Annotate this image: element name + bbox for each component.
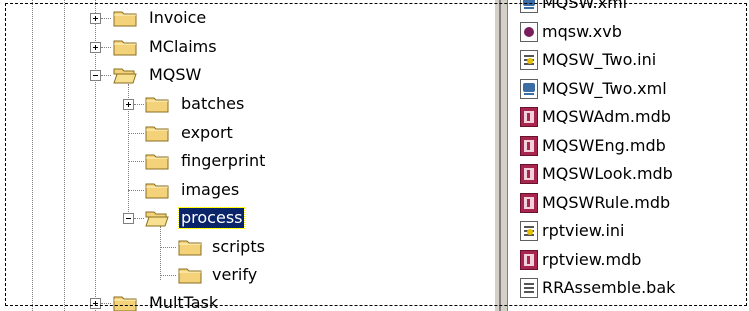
bak-file-icon [520,278,538,298]
tree-node-label: fingerprint [181,151,266,170]
tree-node-label-selected: process [177,207,246,229]
tree-connector-line [101,47,111,48]
tree-connector-line [128,161,144,162]
collapse-toggle-icon[interactable] [90,70,101,81]
expand-toggle-icon[interactable] [90,42,101,53]
file-item[interactable]: MQSW_Two.ini [516,47,749,73]
folder-open-icon [145,211,169,227]
file-name: MQSW_Two.ini [542,50,657,69]
file-name: RRAssemble.bak [542,278,676,297]
access-db-icon [520,164,538,184]
tree-connector-line [101,75,111,76]
tree-connector-line [64,0,65,311]
file-item[interactable]: mqsw.xvb [516,19,749,45]
access-db-icon [520,107,538,127]
xvb-file-icon [520,22,538,42]
folder-icon [178,268,202,284]
folder-icon [145,126,169,142]
file-name: MQSWRule.mdb [542,193,671,212]
tree-connector-line [32,0,33,311]
file-item[interactable]: MQSWLook.mdb [516,161,749,187]
tree-connector-line [134,218,144,219]
file-name: MQSWLook.mdb [542,164,673,183]
tree-connector-line [128,133,144,134]
tree-node-label: Invoice [149,8,207,27]
tree-node-label: MClaims [149,37,217,56]
expand-toggle-icon[interactable] [90,298,101,309]
tree-connector-line [128,190,144,191]
file-item[interactable]: MQSW.xml [516,0,749,16]
file-item[interactable]: MQSWAdm.mdb [516,104,749,130]
tree-connector-line [101,303,111,304]
tree-connector-line [134,104,144,105]
splitter-groove [499,0,501,311]
file-item[interactable]: rptview.ini [516,218,749,244]
file-name: MQSW.xml [542,0,628,12]
folder-tree-pane[interactable]: Invoice MClaims MQSW batches export fing… [0,0,494,311]
file-item[interactable]: MQSWRule.mdb [516,190,749,216]
folder-icon [113,296,137,311]
tree-connector-line [160,247,176,248]
tree-connector-line [101,18,111,19]
file-list-pane[interactable]: MQSW.xml mqsw.xvb MQSW_Two.ini MQSW_Two.… [508,0,749,311]
ini-file-icon [520,221,538,241]
file-name: mqsw.xvb [542,22,622,41]
tree-connector-line [160,275,176,276]
pane-splitter[interactable] [494,0,508,311]
tree-node-label: batches [181,94,245,113]
file-item[interactable]: RRAssemble.bak [516,275,749,301]
xml-file-icon [520,0,538,13]
folder-icon [178,240,202,256]
folder-icon [145,183,169,199]
collapse-toggle-icon[interactable] [123,213,134,224]
tree-node-label: MultTask [149,293,219,311]
file-name: MQSWEng.mdb [542,136,666,155]
tree-connector-line [160,226,161,280]
file-item[interactable]: rptview.mdb [516,247,749,273]
tree-node-label: verify [212,265,258,284]
file-name: MQSW_Two.xml [542,79,667,98]
folder-icon [145,154,169,170]
xml-file-icon [520,79,538,99]
file-name: rptview.ini [542,221,625,240]
tree-node-label: MQSW [149,65,202,84]
folder-icon [113,11,137,27]
access-db-icon [520,136,538,156]
file-item[interactable]: MQSW_Two.xml [516,76,749,102]
folder-open-icon [113,68,137,84]
access-db-icon [520,250,538,270]
access-db-icon [520,193,538,213]
ini-file-icon [520,50,538,70]
tree-node-label: images [181,180,240,199]
folder-icon [145,97,169,113]
folder-icon [113,40,137,56]
file-name: rptview.mdb [542,250,642,269]
tree-node-label: export [181,123,233,142]
expand-toggle-icon[interactable] [123,99,134,110]
file-name: MQSWAdm.mdb [542,107,671,126]
expand-toggle-icon[interactable] [90,13,101,24]
file-item[interactable]: MQSWEng.mdb [516,133,749,159]
tree-node-label: scripts [212,237,265,256]
